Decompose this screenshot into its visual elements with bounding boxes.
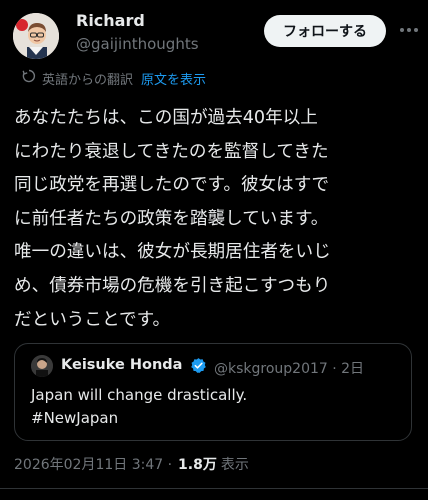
divider	[0, 488, 428, 489]
verified-badge-icon	[190, 357, 207, 374]
view-count: 1.8万	[178, 457, 217, 473]
author-name[interactable]: Richard	[76, 11, 145, 30]
tweet-timestamp[interactable]: 2026年02月11日 3:47 ·	[14, 454, 172, 474]
quoted-author-avatar	[31, 355, 53, 377]
quoted-author-name: Keisuke Honda	[61, 357, 183, 373]
show-original-link[interactable]: 原文を表示	[141, 69, 206, 88]
quoted-author-handle: @kskgroup2017 · 2日	[214, 361, 365, 377]
quoted-tweet-text: Japan will change drastically. #NewJapan	[31, 386, 248, 427]
author-avatar[interactable]	[13, 13, 59, 59]
avatar-illustration	[13, 13, 59, 59]
author-handle[interactable]: @gaijinthoughts	[76, 35, 199, 53]
more-options-icon[interactable]	[398, 18, 420, 42]
translation-row: 英語からの翻訳 原文を表示	[22, 68, 206, 88]
translate-icon	[22, 69, 36, 87]
tweet-text: あなたたちは、この国が過去40年以上 にわたり衰退してきたのを監督してきた 同じ…	[14, 108, 331, 330]
tweet-meta: 2026年02月11日 3:47 · 1.8万 表示	[14, 454, 249, 474]
translation-label: 英語からの翻訳	[42, 72, 134, 88]
view-count-label: 表示	[220, 457, 249, 473]
follow-button[interactable]: フォローする	[264, 15, 386, 47]
quoted-tweet[interactable]: Keisuke Honda @kskgroup2017 · 2日 Japan w…	[14, 343, 412, 441]
